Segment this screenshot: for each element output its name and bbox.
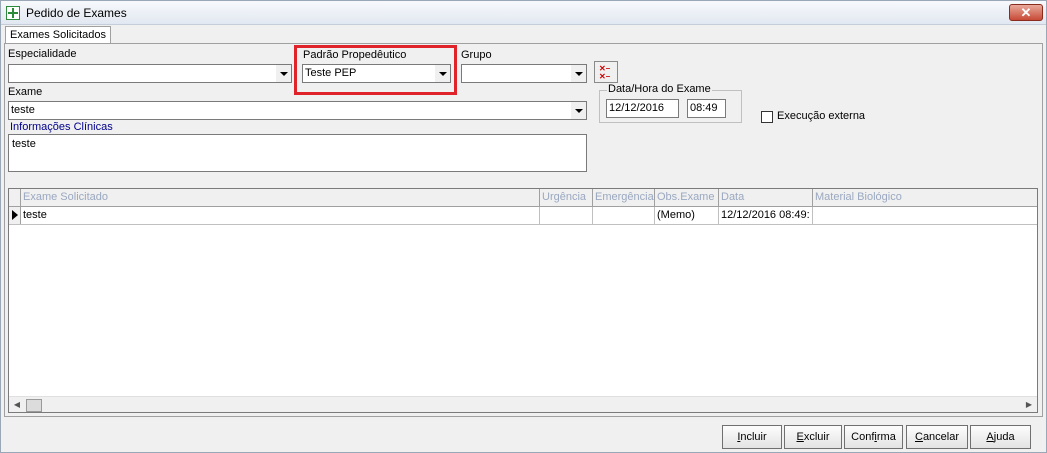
grupo-combo[interactable] — [461, 64, 587, 83]
exame-label: Exame — [8, 86, 43, 98]
tab-exames-solicitados[interactable]: Exames Solicitados — [5, 26, 111, 44]
column-header[interactable]: Urgência — [540, 189, 593, 207]
highlight-box — [294, 45, 457, 95]
cell-obs[interactable]: (Memo) — [655, 207, 719, 224]
chevron-down-icon[interactable] — [571, 65, 586, 82]
grid-header: Exame Solicitado Urgência Emergência Obs… — [9, 189, 1037, 207]
column-header[interactable]: Material Biológico — [813, 189, 1037, 207]
cell-emergencia[interactable] — [593, 207, 655, 224]
current-row-icon — [9, 207, 21, 224]
scroll-right-icon[interactable]: ▶ — [1021, 397, 1037, 412]
horizontal-scrollbar[interactable]: ◀ ▶ — [9, 396, 1037, 412]
column-header[interactable]: Emergência — [593, 189, 655, 207]
column-header[interactable]: Exame Solicitado — [21, 189, 540, 207]
exame-combo[interactable]: teste — [8, 101, 587, 120]
confirma-button[interactable]: Confirma — [844, 425, 903, 449]
title-bar: Pedido de Exames ✕ — [1, 1, 1046, 25]
exames-grid[interactable]: Exame Solicitado Urgência Emergência Obs… — [8, 188, 1038, 413]
table-row[interactable]: teste (Memo) 12/12/2016 08:49: — [9, 207, 1037, 225]
column-header[interactable]: Data — [719, 189, 813, 207]
grupo-label: Grupo — [461, 49, 492, 61]
window-title: Pedido de Exames — [26, 6, 127, 20]
column-header[interactable]: Obs.Exame — [655, 189, 719, 207]
chevron-down-icon[interactable] — [571, 102, 586, 119]
especialidade-combo[interactable] — [8, 64, 292, 83]
execucao-externa-label: Execução externa — [777, 110, 866, 122]
clear-x-icon: ✕– — [599, 72, 611, 81]
chevron-down-icon[interactable] — [276, 65, 291, 82]
informacoes-clinicas-memo[interactable]: teste — [8, 134, 587, 172]
clear-filters-button[interactable]: ✕– ✕– — [594, 61, 618, 83]
exame-value: teste — [11, 104, 35, 116]
cell-data[interactable]: 12/12/2016 08:49: — [719, 207, 813, 224]
especialidade-label: Especialidade — [8, 48, 77, 60]
ajuda-button[interactable]: Ajuda — [970, 425, 1031, 449]
cell-exame[interactable]: teste — [21, 207, 540, 224]
cell-urgencia[interactable] — [540, 207, 593, 224]
informacoes-clinicas-label: Informações Clínicas — [10, 121, 113, 133]
data-hora-label: Data/Hora do Exame — [607, 83, 712, 95]
header-indicator — [9, 189, 21, 207]
hora-exame-input[interactable]: 08:49 — [687, 99, 726, 118]
close-button[interactable]: ✕ — [1009, 4, 1043, 21]
cancelar-button[interactable]: Cancelar — [906, 425, 968, 449]
scroll-left-icon[interactable]: ◀ — [9, 397, 25, 412]
pedido-exames-window: Pedido de Exames ✕ Exames Solicitados Es… — [0, 0, 1047, 453]
scroll-thumb[interactable] — [26, 399, 42, 412]
excluir-button[interactable]: Excluir — [784, 425, 842, 449]
execucao-externa-checkbox[interactable] — [761, 111, 773, 123]
data-exame-input[interactable]: 12/12/2016 — [606, 99, 679, 118]
app-plus-icon — [6, 6, 20, 20]
incluir-button[interactable]: Incluir — [722, 425, 782, 449]
cell-material[interactable] — [813, 207, 1037, 224]
